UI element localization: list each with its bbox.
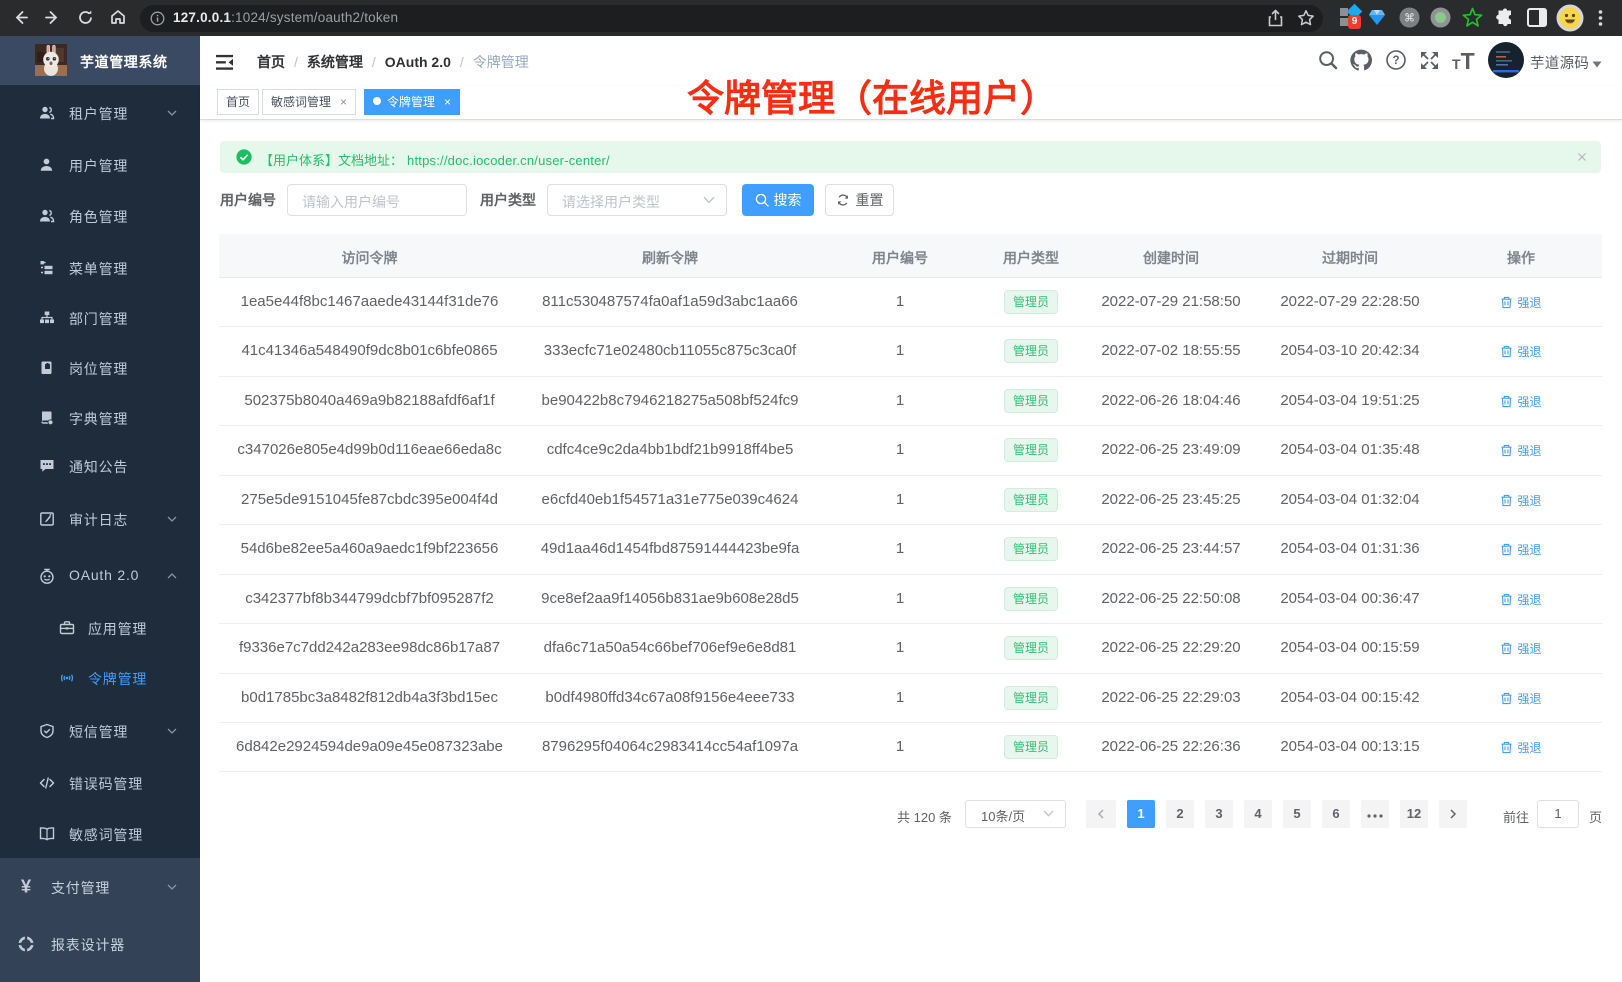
svg-text:?: ? xyxy=(1392,55,1399,67)
svg-text:¥: ¥ xyxy=(21,879,32,895)
svg-text:⌘: ⌘ xyxy=(1404,13,1415,25)
